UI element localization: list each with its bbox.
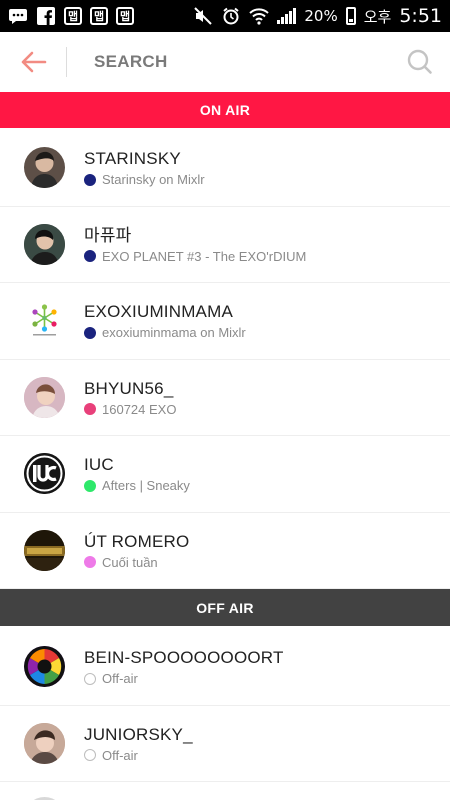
avatar — [24, 722, 65, 764]
channel-subtitle: Off-air — [102, 671, 138, 687]
list-item[interactable]: EXOXIUMINMAMA exoxiuminmama on Mixlr — [0, 283, 450, 360]
alarm-icon — [221, 6, 241, 26]
mute-icon — [193, 6, 213, 26]
chat-notification-icon — [8, 6, 28, 26]
signal-icon — [277, 8, 297, 24]
battery-icon — [345, 7, 356, 25]
on-air-header: ON AIR — [0, 92, 450, 128]
channel-name: 마퓨파 — [84, 225, 132, 245]
avatar — [24, 223, 65, 265]
wifi-icon — [249, 6, 270, 26]
live-status-dot — [84, 403, 96, 416]
offline-status-dot — [84, 672, 96, 685]
avatar — [24, 147, 65, 189]
search-button[interactable] — [390, 32, 450, 92]
on-air-list: STARINSKY Starinsky on Mixlr 마퓨파 EXO PLA… — [0, 130, 450, 589]
channel-subtitle: EXO PLANET #3 - The EXO'rDIUM — [102, 248, 307, 264]
live-status-dot — [84, 250, 96, 263]
map-app-icon: 맵 — [116, 7, 134, 25]
search-input[interactable] — [67, 42, 390, 82]
list-item[interactable]: ÚT ROMERO Cuối tuần — [0, 513, 450, 589]
channel-subtitle: Cuối tuần — [102, 554, 158, 570]
channel-subtitle: Starinsky on Mixlr — [102, 172, 205, 188]
clock-time: 5:51 — [399, 5, 442, 27]
channel-name: STARINSKY — [84, 149, 181, 169]
channel-name: EXOXIUMINMAMA — [84, 302, 234, 322]
facebook-icon — [36, 6, 56, 26]
off-air-list: BEIN-SPOOOOOOOORT Off-air JUNIORSKY_ Off… — [0, 629, 450, 782]
search-icon — [407, 49, 432, 74]
live-status-dot — [84, 326, 96, 339]
system-icons: 20% 오후 5:51 — [193, 5, 442, 27]
channel-name: JUNIORSKY_ — [84, 724, 193, 744]
live-status-dot — [84, 556, 96, 569]
list-item[interactable]: BHYUN56_ 160724 EXO — [0, 360, 450, 436]
list-item[interactable]: IUC Afters | Sneaky — [0, 436, 450, 513]
avatar — [24, 376, 65, 418]
live-status-dot — [84, 173, 96, 186]
avatar — [24, 453, 65, 495]
avatar — [24, 300, 65, 342]
channel-subtitle: Afters | Sneaky — [102, 478, 190, 494]
map-app-icon: 맵 — [90, 7, 108, 25]
list-item[interactable]: BEIN-SPOOOOOOOORT Off-air — [0, 629, 450, 706]
channel-subtitle: Off-air — [102, 747, 138, 763]
channel-name: BHYUN56_ — [84, 378, 174, 398]
list-item[interactable]: STARINSKY Starinsky on Mixlr — [0, 130, 450, 207]
ampm-label: 오후 — [363, 7, 392, 26]
channel-name: IUC — [84, 455, 114, 475]
avatar — [24, 646, 65, 688]
live-status-dot — [84, 479, 96, 492]
channel-name: ÚT ROMERO — [84, 531, 190, 551]
back-button[interactable] — [0, 32, 66, 92]
map-app-icon: 맵 — [64, 7, 82, 25]
channel-name: BEIN-SPOOOOOOOORT — [84, 648, 284, 668]
back-arrow-icon — [21, 51, 47, 73]
status-bar: 맵 맵 맵 20% 오후 5:51 — [0, 0, 450, 32]
off-air-header: OFF AIR — [0, 589, 450, 626]
channel-subtitle: 160724 EXO — [102, 401, 177, 417]
notification-icons: 맵 맵 맵 — [8, 6, 134, 26]
channel-subtitle: exoxiuminmama on Mixlr — [102, 325, 246, 341]
search-header — [0, 32, 450, 92]
list-item[interactable]: 마퓨파 EXO PLANET #3 - The EXO'rDIUM — [0, 207, 450, 283]
list-item[interactable]: JUNIORSKY_ Off-air — [0, 706, 450, 782]
battery-percent: 20% — [304, 7, 338, 25]
offline-status-dot — [84, 749, 96, 762]
avatar — [24, 529, 65, 571]
